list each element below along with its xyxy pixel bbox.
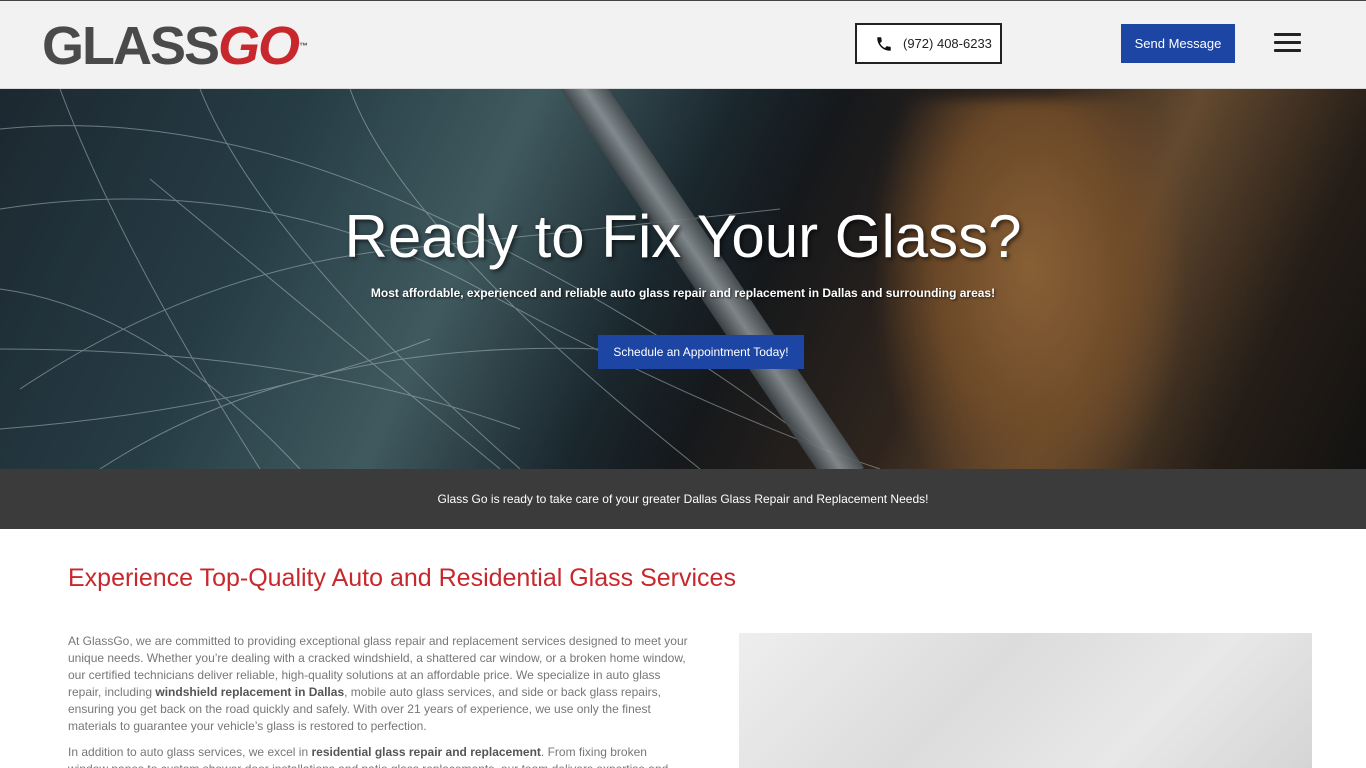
phone-button[interactable]: (972) 408-6233 (855, 23, 1002, 64)
phone-number: (972) 408-6233 (903, 36, 992, 51)
info-strip-text: Glass Go is ready to take care of your g… (437, 492, 929, 506)
hero-subtitle: Most affordable, experienced and reliabl… (370, 286, 996, 300)
logo-go-text: GO (218, 16, 300, 76)
services-heading: Experience Top-Quality Auto and Resident… (68, 564, 736, 592)
hamburger-menu-icon[interactable] (1274, 33, 1301, 53)
logo-trademark: ™ (299, 41, 309, 51)
hero-overlay (0, 89, 1366, 469)
site-header: GLASSGO ™ (972) 408-6233 Send Message (0, 0, 1366, 89)
hero-banner: Ready to Fix Your Glass? Most affordable… (0, 89, 1366, 469)
logo-glass-text: GLASS (42, 16, 220, 76)
residential-paragraph: In addition to auto glass services, we e… (68, 744, 688, 768)
info-strip: Glass Go is ready to take care of your g… (0, 469, 1366, 529)
hero-title: Ready to Fix Your Glass? (344, 203, 1022, 270)
windshield-replacement-link: windshield replacement in Dallas (155, 685, 345, 699)
schedule-appointment-button[interactable]: Schedule an Appointment Today! (598, 335, 804, 369)
intro-paragraph: At GlassGo, we are committed to providin… (68, 633, 688, 735)
phone-icon (877, 36, 891, 51)
glassgo-logo[interactable]: GLASSGO ™ (42, 19, 308, 73)
residential-text-1: In addition to auto glass services, we e… (68, 745, 312, 759)
send-message-button[interactable]: Send Message (1121, 24, 1235, 63)
residential-glass-bold: residential glass repair and replacement (311, 745, 541, 759)
service-photo (739, 633, 1312, 768)
